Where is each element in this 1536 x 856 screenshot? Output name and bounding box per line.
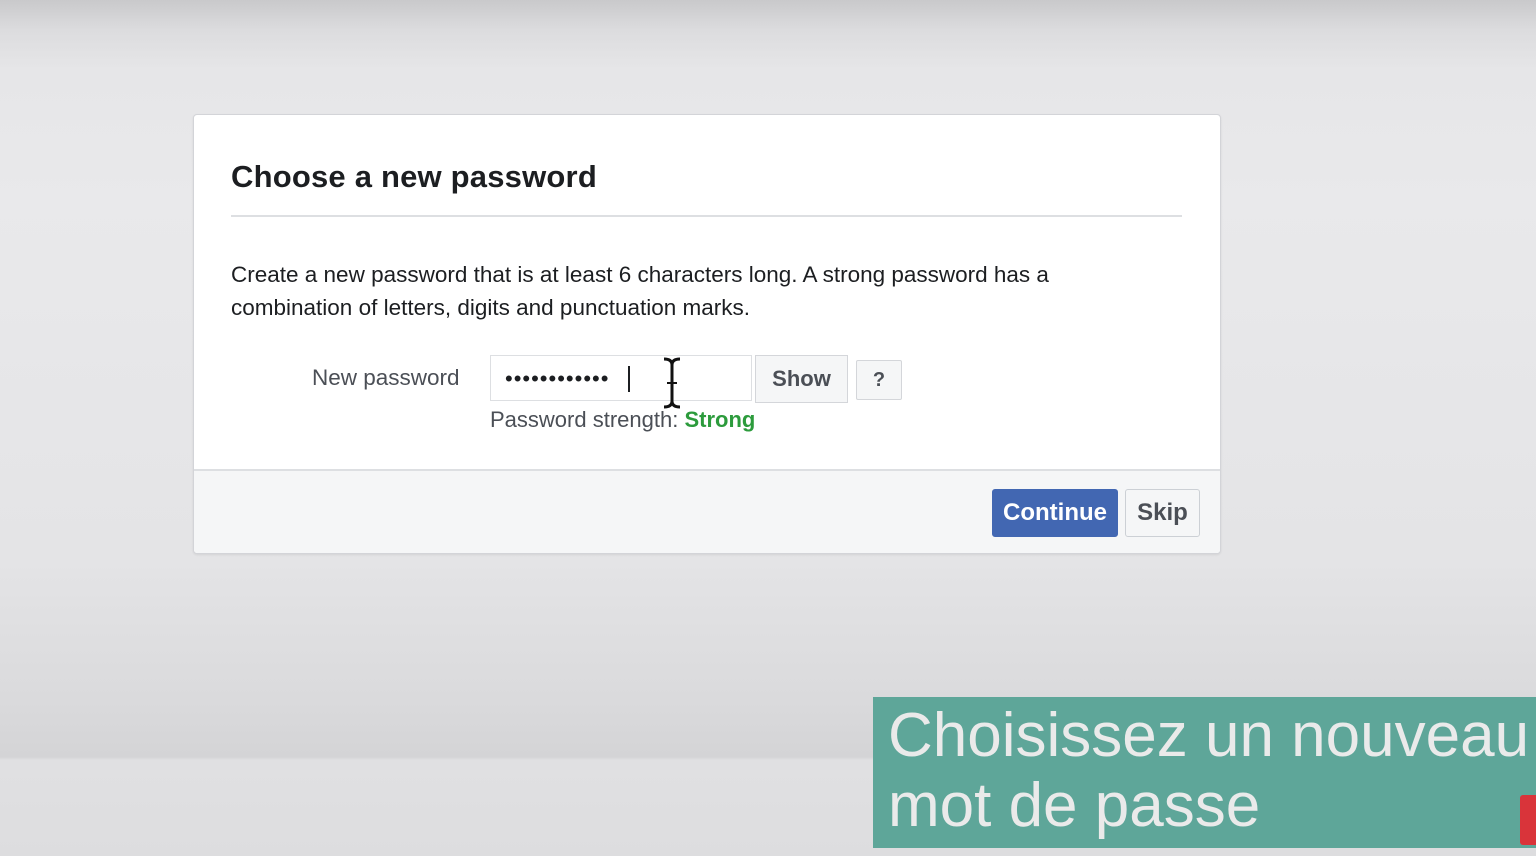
input-caret bbox=[628, 366, 630, 392]
password-instructions: Create a new password that is at least 6… bbox=[231, 262, 1049, 320]
text-cursor-icon bbox=[663, 357, 681, 409]
continue-button[interactable]: Continue bbox=[992, 489, 1118, 537]
password-strength-value: Strong bbox=[684, 407, 756, 432]
video-caption: Choisissez un nouveau mot de passe bbox=[873, 697, 1536, 848]
help-button[interactable]: ? bbox=[856, 360, 902, 400]
choose-password-dialog: Choose a new password Create a new passw… bbox=[193, 114, 1221, 554]
dialog-footer: Continue Skip bbox=[194, 469, 1220, 553]
skip-button[interactable]: Skip bbox=[1125, 489, 1200, 537]
show-password-button[interactable]: Show bbox=[755, 355, 848, 403]
new-password-label: New password bbox=[312, 365, 460, 390]
dialog-title: Choose a new password bbox=[231, 159, 597, 194]
password-strength-label: Password strength: bbox=[490, 407, 679, 432]
new-password-input[interactable]: •••••••••••• bbox=[490, 355, 752, 401]
password-strength: Password strength: Strong bbox=[490, 407, 755, 433]
channel-badge-icon[interactable] bbox=[1520, 795, 1536, 845]
caption-text: Choisissez un nouveau mot de passe bbox=[888, 701, 1530, 840]
title-divider bbox=[231, 215, 1182, 217]
